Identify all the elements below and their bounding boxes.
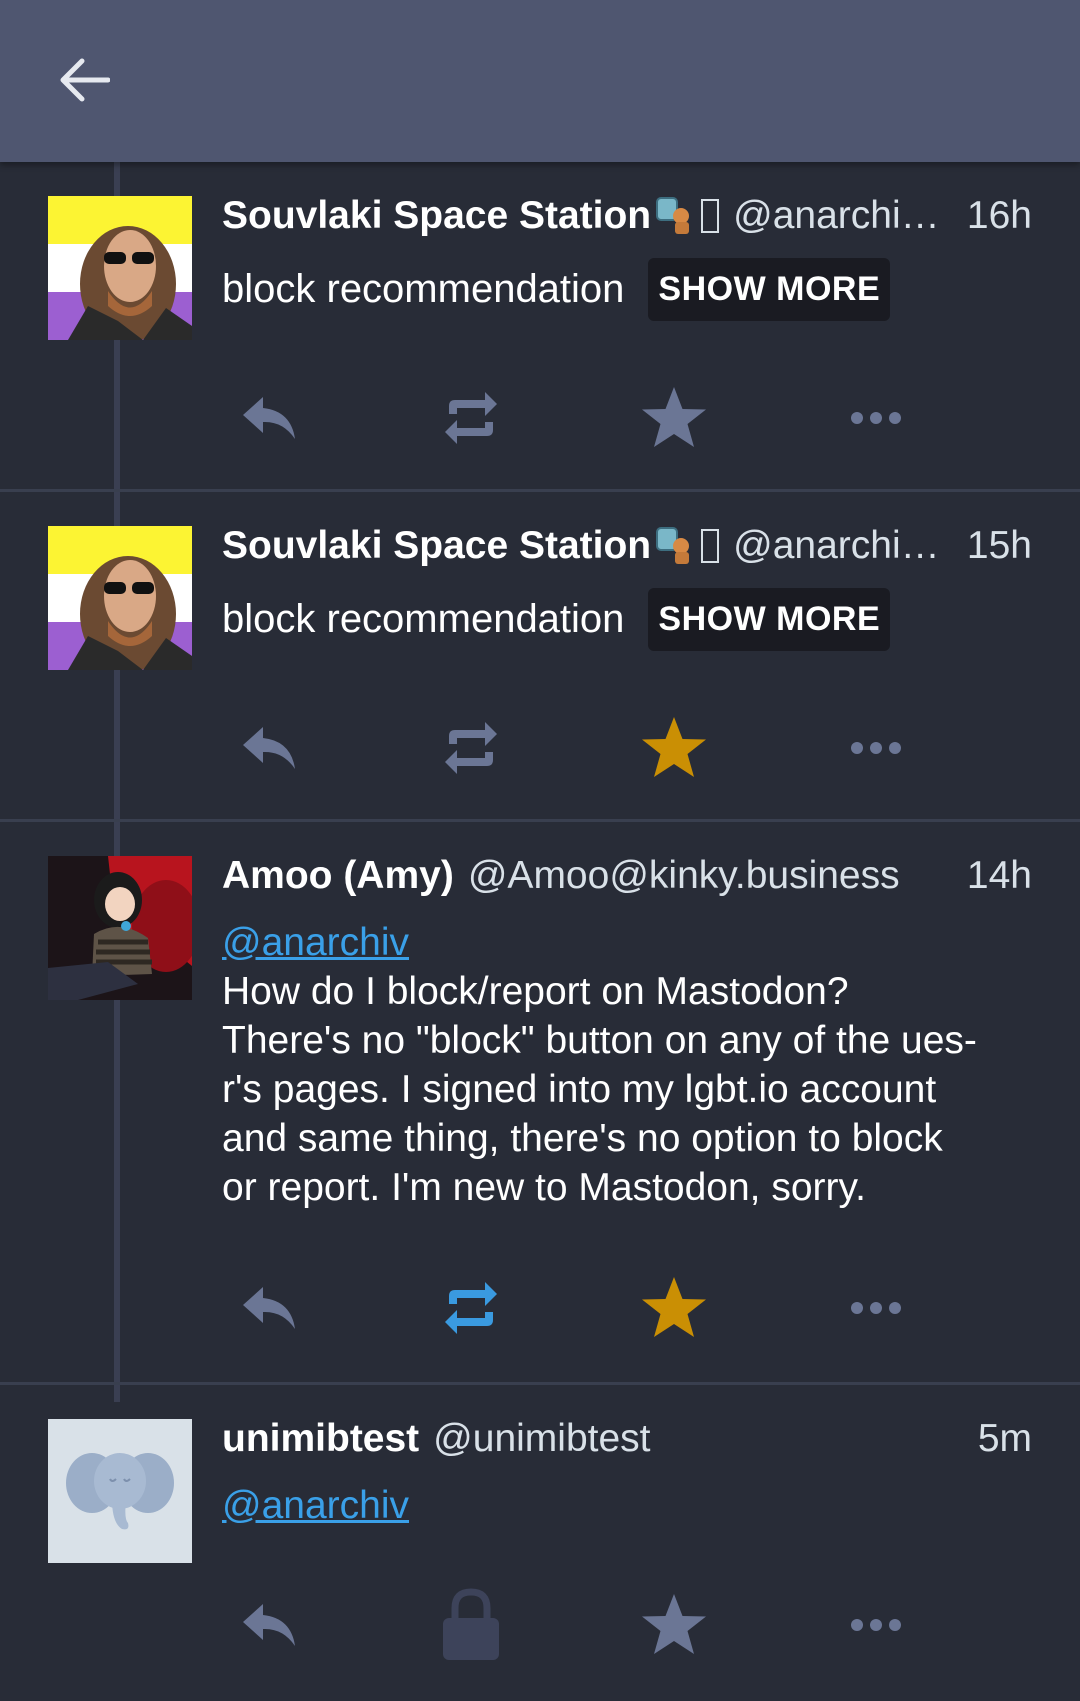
status-card[interactable]: Amoo (Amy) @Amoo@kinky.business 14h @ana… bbox=[0, 822, 1080, 1385]
avatar[interactable] bbox=[48, 196, 192, 340]
star-icon bbox=[642, 1277, 706, 1337]
boost-icon bbox=[445, 392, 497, 444]
more-options-button[interactable] bbox=[836, 708, 916, 788]
display-name[interactable]: Amoo (Amy) bbox=[222, 854, 454, 898]
mention-link[interactable]: @anarchiv bbox=[222, 1481, 1032, 1530]
reply-icon bbox=[243, 1604, 295, 1646]
reply-button[interactable] bbox=[229, 1268, 309, 1348]
status-actions bbox=[0, 708, 1080, 788]
status-actions bbox=[0, 378, 1080, 458]
arrow-left-icon bbox=[60, 58, 110, 102]
reply-icon bbox=[243, 397, 295, 439]
favourite-button[interactable] bbox=[634, 1268, 714, 1348]
app-bar bbox=[0, 0, 1080, 162]
ellipsis-icon bbox=[851, 742, 901, 754]
content-line: There's no "block" button on any of the … bbox=[222, 1019, 977, 1062]
display-name[interactable]: Souvlaki Space Station bbox=[222, 524, 651, 568]
timestamp: 5m bbox=[977, 1417, 1032, 1460]
reply-icon bbox=[243, 1287, 295, 1329]
more-options-button[interactable] bbox=[836, 1585, 916, 1665]
boost-button[interactable] bbox=[431, 708, 511, 788]
reply-icon bbox=[243, 727, 295, 769]
more-options-button[interactable] bbox=[836, 378, 916, 458]
ellipsis-icon bbox=[851, 412, 901, 424]
thread-feed: Souvlaki Space Station @anarchi… 16h blo… bbox=[0, 162, 1080, 1701]
avatar[interactable] bbox=[48, 526, 192, 670]
avatar[interactable] bbox=[48, 1419, 192, 1563]
missing-glyph-icon bbox=[701, 529, 720, 563]
timestamp: 14h bbox=[966, 854, 1032, 897]
timestamp: 15h bbox=[966, 524, 1032, 567]
status-card[interactable]: Souvlaki Space Station @anarchi… 16h blo… bbox=[0, 162, 1080, 492]
boost-icon bbox=[445, 722, 497, 774]
favourite-button[interactable] bbox=[634, 378, 714, 458]
content-line: and same thing, there's no option to blo… bbox=[222, 1117, 943, 1160]
content-warning-text: block recommendation bbox=[222, 597, 625, 641]
reply-button[interactable] bbox=[229, 378, 309, 458]
custom-emoji-icon bbox=[653, 524, 697, 568]
missing-glyph-icon bbox=[701, 199, 720, 233]
reply-button[interactable] bbox=[229, 708, 309, 788]
more-options-button[interactable] bbox=[836, 1268, 916, 1348]
handle: @unimibtest bbox=[433, 1417, 651, 1460]
show-more-button[interactable]: SHOW MORE bbox=[648, 588, 891, 651]
star-icon bbox=[642, 1594, 706, 1654]
boost-button[interactable] bbox=[431, 1268, 511, 1348]
content-line: or report. I'm new to Mastodon, sorry. bbox=[222, 1166, 866, 1209]
star-icon bbox=[642, 717, 706, 777]
boost-button[interactable] bbox=[431, 378, 511, 458]
handle: @anarchi… bbox=[733, 194, 940, 237]
status-actions bbox=[0, 1268, 1080, 1348]
status-content: @anarchiv bbox=[222, 1481, 1032, 1530]
mention-link[interactable]: @anarchiv bbox=[222, 918, 1032, 967]
display-name[interactable]: Souvlaki Space Station bbox=[222, 194, 651, 238]
status-card[interactable]: Souvlaki Space Station @anarchi… 15h blo… bbox=[0, 492, 1080, 822]
star-icon bbox=[642, 387, 706, 447]
favourite-button[interactable] bbox=[634, 1585, 714, 1665]
content-line: How do I block/report on Mastodon? bbox=[222, 970, 849, 1013]
back-button[interactable] bbox=[50, 50, 118, 110]
lock-icon bbox=[443, 1588, 499, 1660]
avatar[interactable] bbox=[48, 856, 192, 1000]
boost-locked-button bbox=[431, 1585, 511, 1665]
status-actions bbox=[0, 1585, 1080, 1665]
status-content: @anarchiv How do I block/report on Masto… bbox=[222, 918, 1032, 1212]
default-elephant-avatar-icon bbox=[48, 1419, 192, 1563]
custom-emoji-icon bbox=[653, 194, 697, 238]
favourite-button[interactable] bbox=[634, 708, 714, 788]
ellipsis-icon bbox=[851, 1302, 901, 1314]
timestamp: 16h bbox=[966, 194, 1032, 237]
ellipsis-icon bbox=[851, 1619, 901, 1631]
reply-button[interactable] bbox=[229, 1585, 309, 1665]
handle: @anarchi… bbox=[733, 524, 940, 567]
content-line: r's pages. I signed into my lgbt.io acco… bbox=[222, 1068, 937, 1111]
show-more-button[interactable]: SHOW MORE bbox=[648, 258, 891, 321]
content-warning-text: block recommendation bbox=[222, 267, 625, 311]
display-name[interactable]: unimibtest bbox=[222, 1417, 419, 1461]
boost-icon bbox=[445, 1282, 497, 1334]
status-card[interactable]: unimibtest @unimibtest 5m @anarchiv bbox=[0, 1385, 1080, 1701]
handle: @Amoo@kinky.business bbox=[467, 854, 900, 897]
